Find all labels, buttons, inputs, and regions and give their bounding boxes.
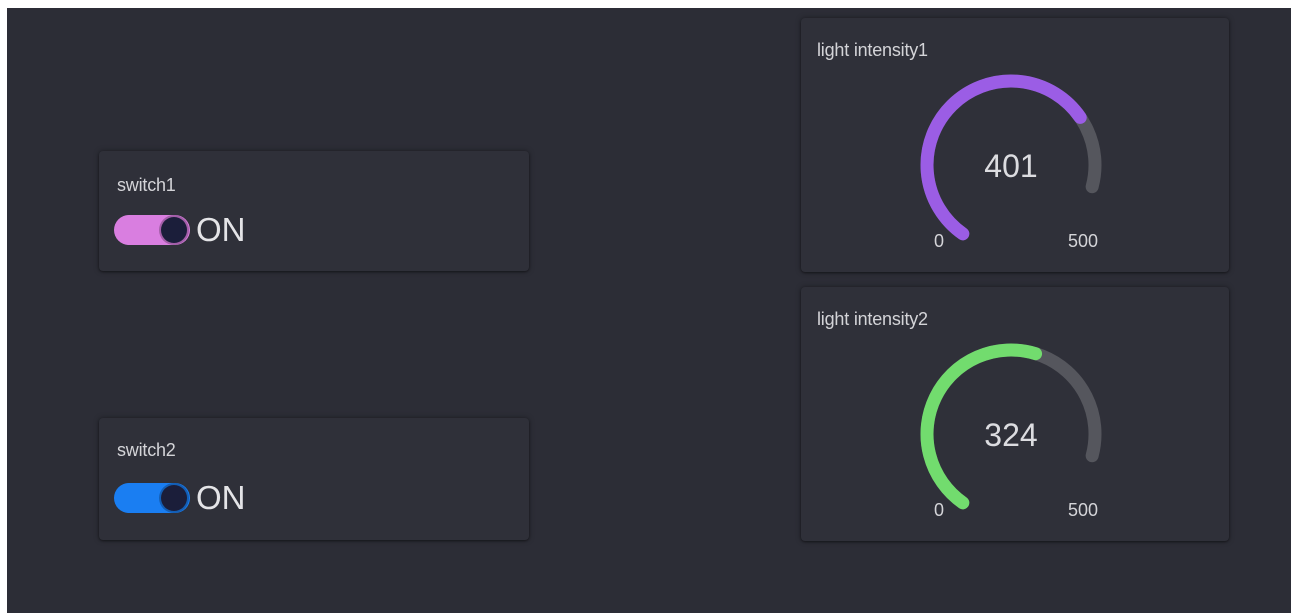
gauge-min-label: 0: [934, 231, 944, 251]
switch1-card: switch1 ON: [99, 151, 529, 271]
gauge-min-label: 0: [934, 500, 944, 520]
switch1-state: ON: [196, 211, 246, 248]
gauge-max-label: 500: [1068, 231, 1098, 251]
switch2-title: switch2: [117, 440, 176, 460]
switch2-row: ON: [114, 481, 246, 514]
switch2-state: ON: [196, 479, 246, 516]
dashboard: switch1 ON switch2 ON light intensity1 4…: [7, 8, 1291, 613]
switch2-toggle-knob: [161, 484, 187, 511]
switch1-title: switch1: [117, 175, 176, 195]
light-intensity2-gauge: 324 0 500: [920, 343, 1102, 520]
switch1-toggle-knob: [161, 216, 187, 243]
switch2-card: switch2 ON: [99, 418, 529, 540]
switch1-toggle[interactable]: [114, 214, 190, 245]
light-intensity2-card: light intensity2 324 0 500: [801, 287, 1229, 541]
light-intensity1-gauge: 401 0 500: [920, 74, 1102, 251]
switch2-toggle[interactable]: [114, 482, 190, 513]
gauge-value: 401: [984, 148, 1037, 184]
light-intensity1-card: light intensity1 401 0 500: [801, 18, 1229, 272]
switch1-row: ON: [114, 213, 246, 246]
gauge-value: 324: [984, 417, 1037, 453]
gauge-max-label: 500: [1068, 500, 1098, 520]
